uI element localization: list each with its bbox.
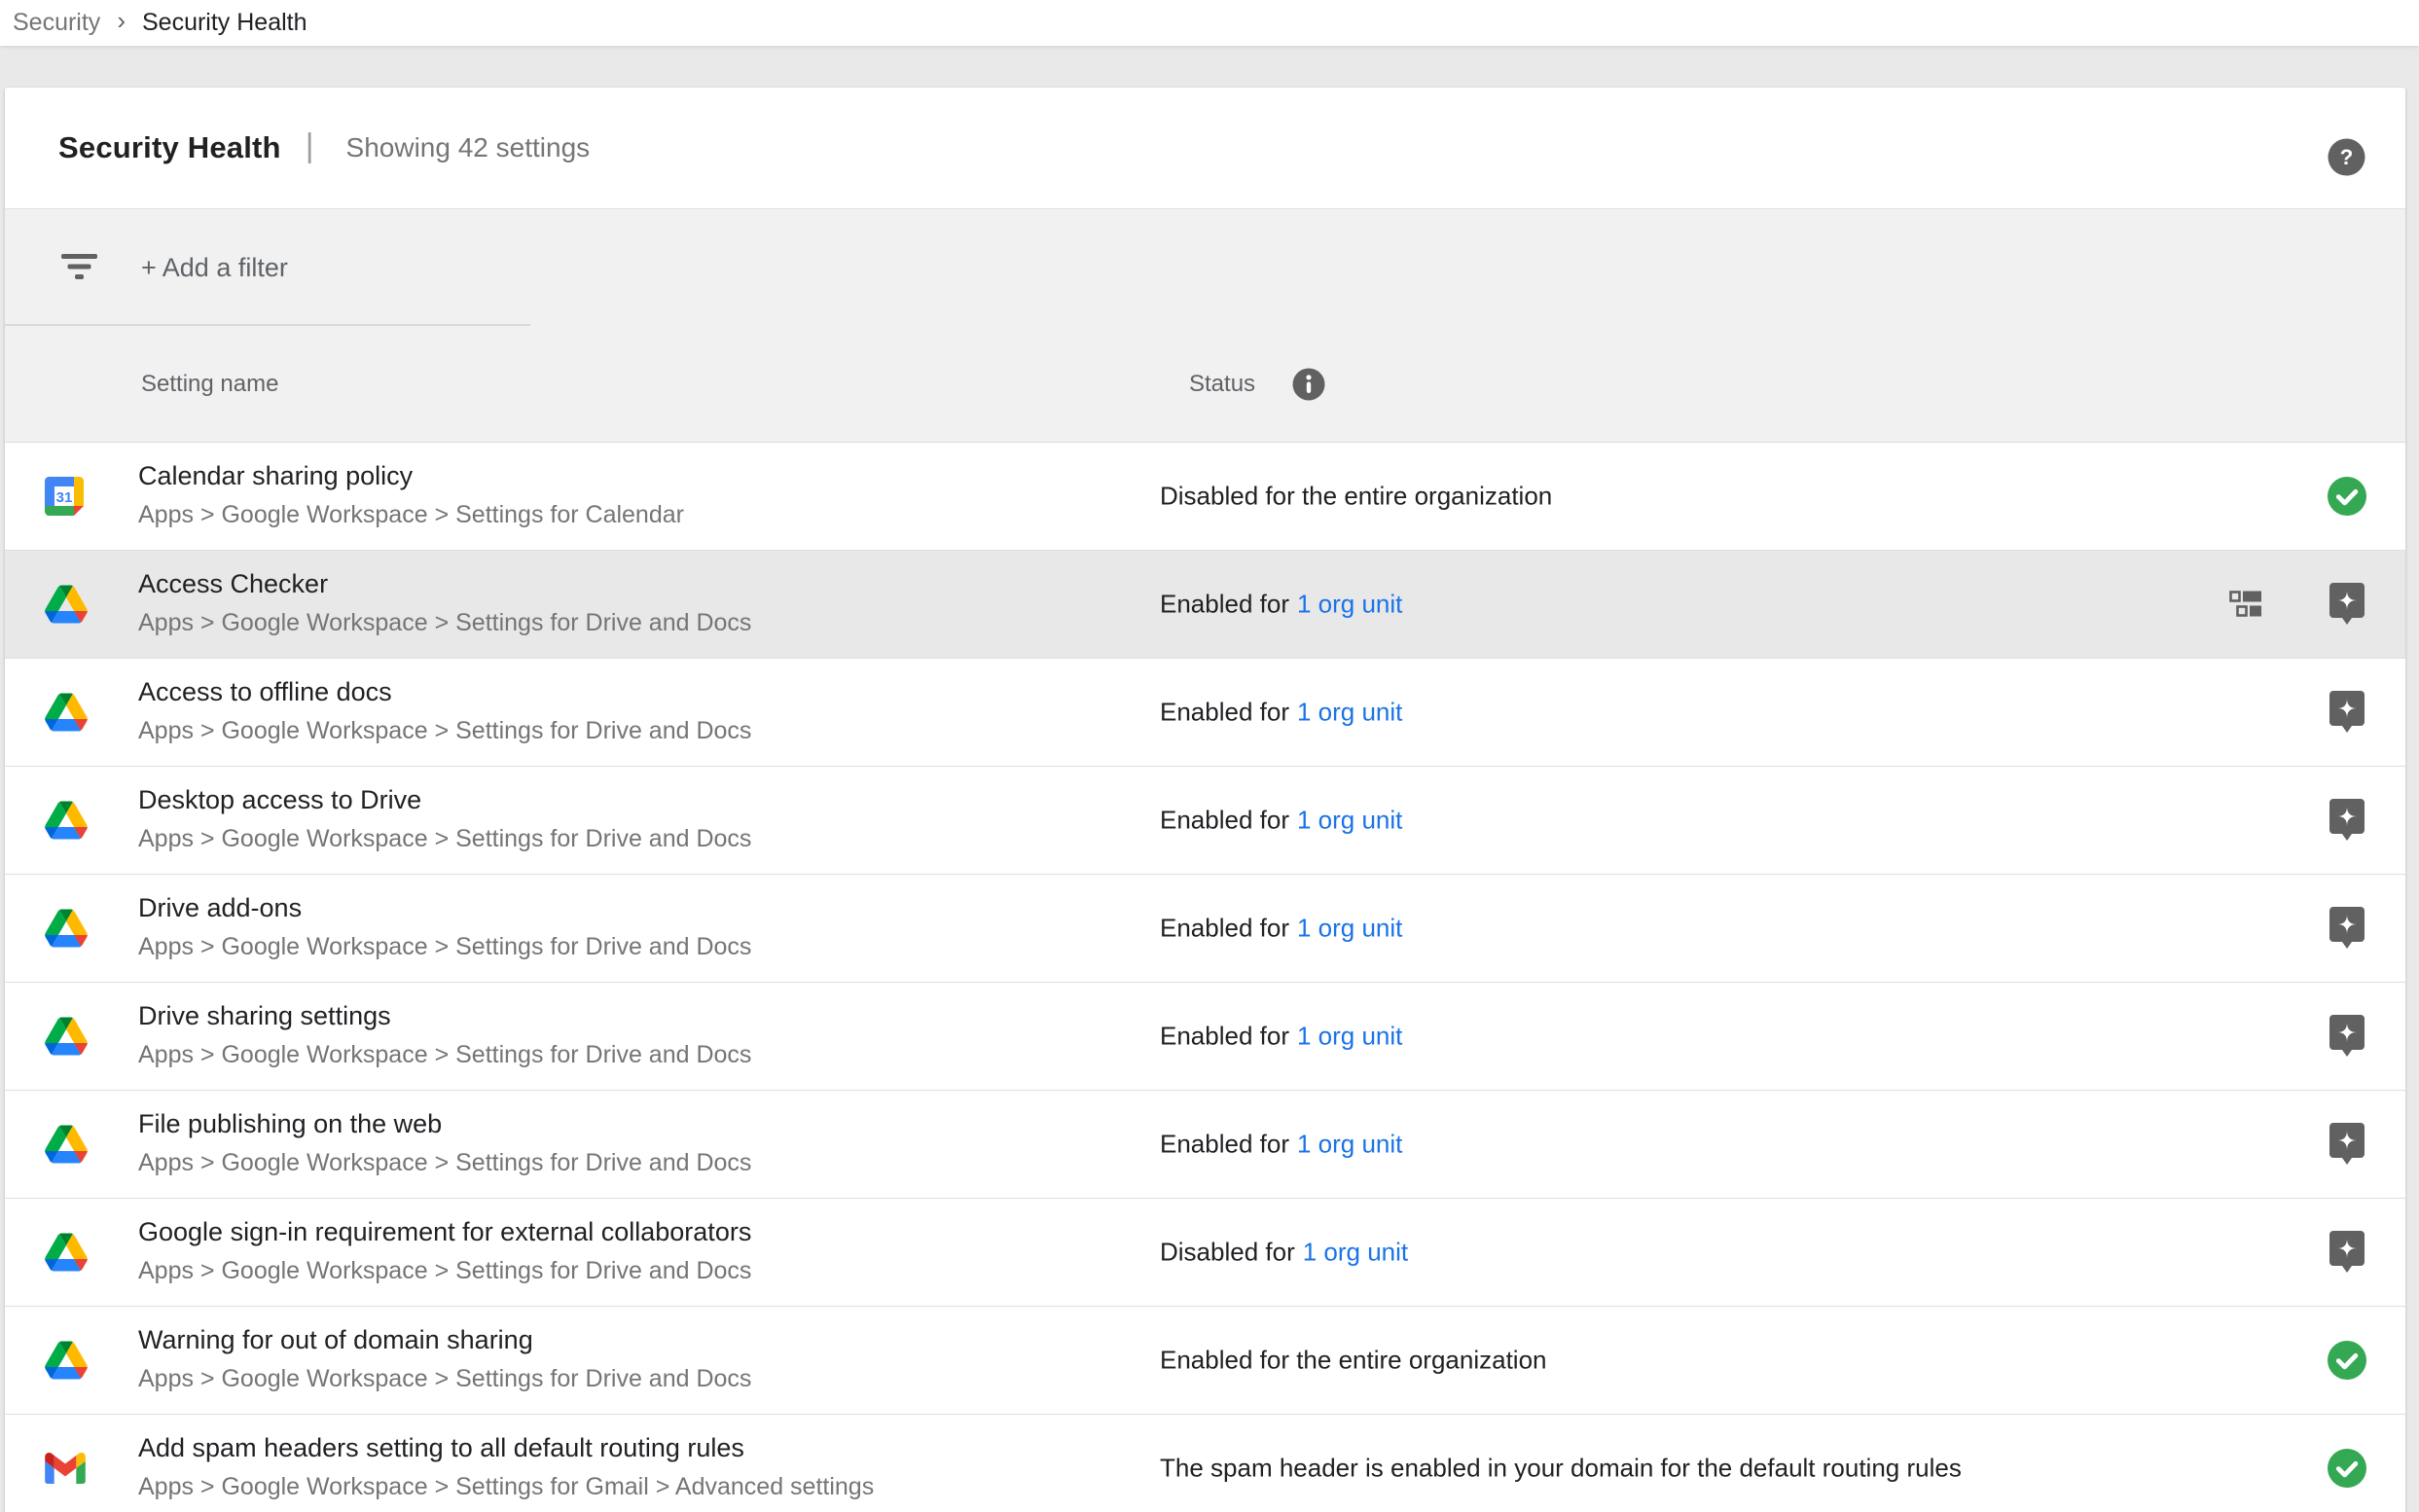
card-header: Security Health | Showing 42 settings	[5, 88, 2405, 209]
column-setting-name: Setting name	[141, 371, 278, 398]
setting-text: Desktop access to Drive Apps > Google Wo…	[138, 782, 751, 855]
google-drive-icon	[45, 1342, 88, 1380]
google-drive-icon	[45, 802, 88, 840]
setting-path: Apps > Google Workspace > Settings for D…	[138, 1038, 751, 1071]
recommendation-badge-icon[interactable]	[2329, 691, 2365, 734]
status-text: The spam header is enabled in your domai…	[1160, 1454, 1962, 1484]
status-text: Enabled for1 org unit	[1160, 1130, 1402, 1160]
org-unit-link[interactable]: 1 org unit	[1297, 1130, 1402, 1159]
setting-path: Apps > Google Workspace > Settings for D…	[138, 1146, 751, 1179]
status-text: Enabled for1 org unit	[1160, 806, 1402, 836]
gmail-icon	[45, 1453, 86, 1484]
help-icon[interactable]	[2328, 138, 2365, 176]
setting-text: Calendar sharing policy Apps > Google Wo…	[138, 458, 684, 531]
setting-text: Access Checker Apps > Google Workspace >…	[138, 566, 751, 639]
recommendation-badge-icon[interactable]	[2329, 1123, 2365, 1166]
setting-path: Apps > Google Workspace > Settings for D…	[138, 1254, 751, 1287]
setting-text: Google sign-in requirement for external …	[138, 1214, 751, 1287]
setting-title: Drive sharing settings	[138, 998, 751, 1033]
breadcrumb-chevron-icon: ›	[117, 6, 126, 36]
breadcrumb-current: Security Health	[142, 9, 307, 37]
breadcrumb-security[interactable]: Security	[13, 9, 100, 37]
google-drive-icon	[45, 586, 88, 624]
table-row[interactable]: Calendar sharing policy Apps > Google Wo…	[5, 443, 2405, 551]
org-unit-link[interactable]: 1 org unit	[1297, 698, 1402, 727]
add-filter-button[interactable]: + Add a filter	[141, 253, 288, 283]
status-text: Enabled for the entire organization	[1160, 1346, 1547, 1376]
table-row[interactable]: Access to offline docs Apps > Google Wor…	[5, 659, 2405, 767]
setting-title: Calendar sharing policy	[138, 458, 684, 493]
setting-title: Warning for out of domain sharing	[138, 1322, 751, 1357]
info-icon[interactable]	[1292, 368, 1325, 401]
recommendation-badge-icon[interactable]	[2329, 1231, 2365, 1274]
setting-text: Drive sharing settings Apps > Google Wor…	[138, 998, 751, 1071]
google-drive-icon	[45, 694, 88, 732]
table-row[interactable]: File publishing on the web Apps > Google…	[5, 1091, 2405, 1199]
table-row[interactable]: Drive add-ons Apps > Google Workspace > …	[5, 875, 2405, 983]
setting-path: Apps > Google Workspace > Settings for D…	[138, 822, 751, 855]
recommendation-badge-icon[interactable]	[2329, 1015, 2365, 1058]
google-calendar-icon	[45, 477, 84, 516]
table-row[interactable]: Warning for out of domain sharing Apps >…	[5, 1307, 2405, 1415]
recommendation-badge-icon[interactable]	[2329, 799, 2365, 842]
table-row[interactable]: Add spam headers setting to all default …	[5, 1415, 2405, 1512]
table-row[interactable]: Access Checker Apps > Google Workspace >…	[5, 551, 2405, 659]
google-drive-icon	[45, 1018, 88, 1056]
setting-text: Drive add-ons Apps > Google Workspace > …	[138, 890, 751, 963]
breadcrumb: Security › Security Health	[0, 0, 2419, 46]
setting-title: File publishing on the web	[138, 1106, 751, 1141]
google-drive-icon	[45, 1126, 88, 1164]
setting-path: Apps > Google Workspace > Settings for D…	[138, 1362, 751, 1395]
table-row[interactable]: Drive sharing settings Apps > Google Wor…	[5, 983, 2405, 1091]
status-text: Enabled for1 org unit	[1160, 914, 1402, 944]
setting-path: Apps > Google Workspace > Settings for G…	[138, 1470, 874, 1503]
org-units-icon	[2229, 591, 2262, 618]
filter-bar: + Add a filter	[5, 209, 2405, 326]
table-header: Setting name Status	[5, 326, 2405, 443]
setting-path: Apps > Google Workspace > Settings for D…	[138, 714, 751, 747]
google-drive-icon	[45, 1234, 88, 1272]
setting-text: Add spam headers setting to all default …	[138, 1430, 874, 1503]
org-unit-link[interactable]: 1 org unit	[1297, 1022, 1402, 1051]
setting-text: Warning for out of domain sharing Apps >…	[138, 1322, 751, 1395]
filter-icon	[61, 254, 97, 281]
setting-title: Add spam headers setting to all default …	[138, 1430, 874, 1465]
setting-title: Access to offline docs	[138, 674, 751, 709]
setting-text: File publishing on the web Apps > Google…	[138, 1106, 751, 1179]
recommendation-badge-icon[interactable]	[2329, 907, 2365, 950]
column-status: Status	[1189, 371, 1255, 398]
setting-path: Apps > Google Workspace > Settings for C…	[138, 498, 684, 531]
status-ok-icon	[2328, 1341, 2366, 1380]
status-text: Disabled for the entire organization	[1160, 482, 1552, 512]
status-ok-icon	[2328, 477, 2366, 516]
settings-count: Showing 42 settings	[346, 132, 591, 163]
page-title: Security Health	[58, 130, 281, 165]
status-text: Disabled for1 org unit	[1160, 1238, 1408, 1268]
org-unit-link[interactable]: 1 org unit	[1297, 806, 1402, 835]
org-unit-link[interactable]: 1 org unit	[1297, 914, 1402, 943]
setting-text: Access to offline docs Apps > Google Wor…	[138, 674, 751, 747]
setting-title: Desktop access to Drive	[138, 782, 751, 817]
setting-title: Drive add-ons	[138, 890, 751, 925]
title-divider: |	[306, 127, 314, 165]
setting-path: Apps > Google Workspace > Settings for D…	[138, 930, 751, 963]
status-ok-icon	[2328, 1449, 2366, 1488]
setting-title: Access Checker	[138, 566, 751, 601]
setting-title: Google sign-in requirement for external …	[138, 1214, 751, 1249]
google-drive-icon	[45, 910, 88, 948]
status-text: Enabled for1 org unit	[1160, 1022, 1402, 1052]
status-text: Enabled for1 org unit	[1160, 590, 1402, 620]
setting-path: Apps > Google Workspace > Settings for D…	[138, 606, 751, 639]
org-unit-link[interactable]: 1 org unit	[1303, 1238, 1408, 1267]
org-unit-link[interactable]: 1 org unit	[1297, 590, 1402, 619]
security-health-card: Security Health | Showing 42 settings + …	[5, 88, 2405, 1512]
recommendation-badge-icon[interactable]	[2329, 583, 2365, 626]
table-row[interactable]: Desktop access to Drive Apps > Google Wo…	[5, 767, 2405, 875]
status-text: Enabled for1 org unit	[1160, 698, 1402, 728]
table-row[interactable]: Google sign-in requirement for external …	[5, 1199, 2405, 1307]
